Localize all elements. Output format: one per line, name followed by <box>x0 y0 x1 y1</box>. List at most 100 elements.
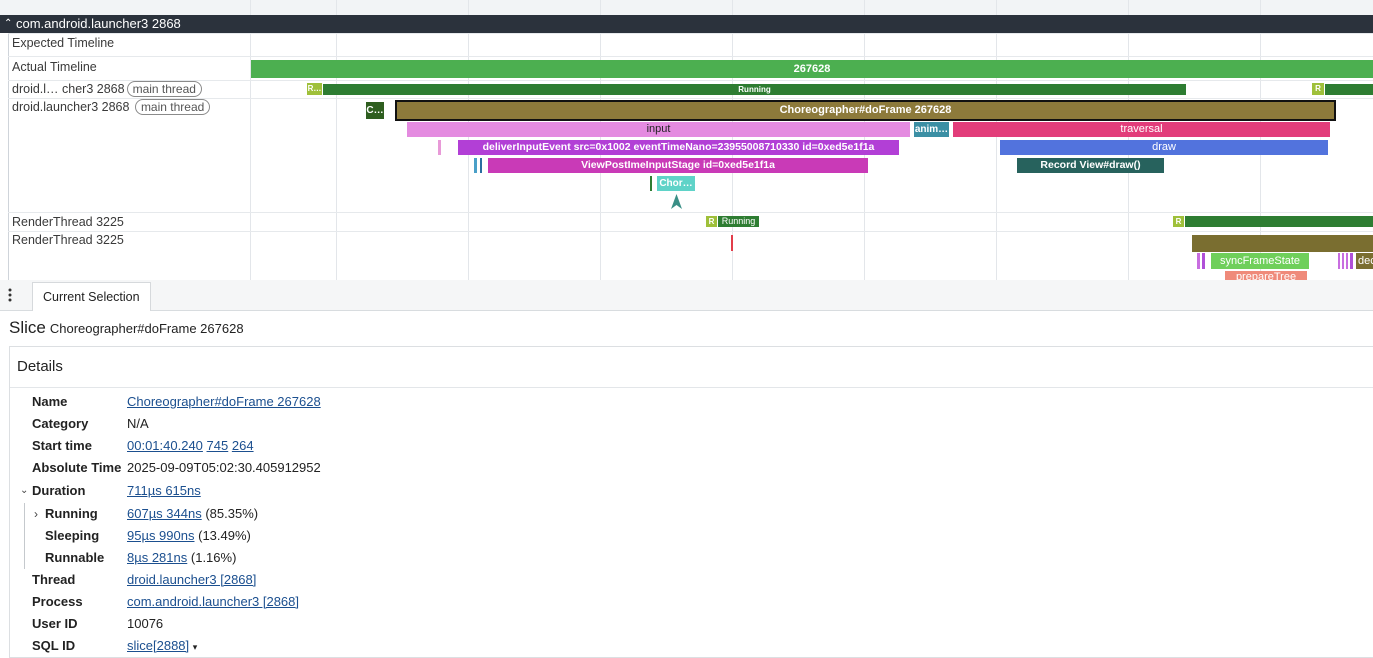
panel-tabbar: Current Selection <box>0 280 1373 311</box>
detail-key: Category <box>32 416 89 431</box>
slice-dec[interactable]: dec <box>1356 253 1373 269</box>
slice-small[interactable] <box>1346 253 1348 269</box>
name-link[interactable]: Choreographer#doFrame 267628 <box>127 391 321 413</box>
slice-small[interactable] <box>1350 253 1353 269</box>
frame-slice[interactable]: 267628 <box>251 60 1373 78</box>
track-expected-timeline[interactable] <box>8 33 1373 56</box>
track-label: RenderThread 3225 <box>12 215 124 229</box>
track-renderthread-state[interactable] <box>8 212 1373 231</box>
state-runnable[interactable]: R <box>706 216 717 227</box>
detail-key: Thread <box>32 572 76 587</box>
running-link[interactable]: 607µs 344ns <box>127 506 202 521</box>
detail-key: SQL ID <box>32 638 76 653</box>
detail-row-runnable: Runnable 8µs 281ns (1.16%) <box>10 547 610 569</box>
detail-value: 10076 <box>127 616 164 631</box>
slice-syncframestate[interactable]: syncFrameState <box>1211 253 1309 269</box>
slice-small[interactable] <box>1202 253 1205 269</box>
state-running[interactable]: Running <box>718 216 759 227</box>
slice-chor[interactable]: Chor… <box>657 176 695 191</box>
detail-key: Duration <box>32 483 86 498</box>
detail-row-start-time: Start time 00:01:40.240 745 264 <box>10 435 610 457</box>
detail-row-sleeping: Sleeping 95µs 990ns (13.49%) <box>10 525 610 547</box>
state-runnable[interactable]: R… <box>307 83 322 95</box>
detail-key: Sleeping <box>45 528 100 543</box>
slice-c[interactable]: C… <box>366 102 384 119</box>
track-label: Actual Timeline <box>12 60 97 74</box>
slice-input[interactable]: input <box>407 122 910 137</box>
sleeping-link[interactable]: 95µs 990ns <box>127 528 194 543</box>
slice-record-view-draw[interactable]: Record View#draw() <box>1017 158 1164 173</box>
main-thread-pill: main thread <box>134 99 211 115</box>
detail-key: Runnable <box>45 550 105 565</box>
detail-row-sql-id: SQL ID slice[2888] ▾ <box>10 635 610 657</box>
flow-arrow-icon[interactable] <box>671 194 682 210</box>
detail-row-duration[interactable]: ⌄ Duration 711µs 615ns <box>10 480 610 502</box>
duration-link[interactable]: 711µs 615ns <box>127 480 201 502</box>
dropdown-caret-icon[interactable]: ▾ <box>193 642 198 652</box>
detail-value: N/A <box>127 416 149 431</box>
track-label: Expected Timeline <box>12 36 115 50</box>
detail-key: Running <box>45 506 98 521</box>
slice-small[interactable] <box>438 140 441 155</box>
state-runnable[interactable]: R <box>1312 83 1324 95</box>
sleeping-value: 95µs 990ns (13.49%) <box>127 528 251 543</box>
main-thread-pill: main thread <box>126 81 202 97</box>
chevron-down-icon[interactable]: ⌄ <box>20 480 28 502</box>
detail-value: 2025-09-09T05:02:30.405912952 <box>127 460 321 475</box>
slice-deliver-input-event[interactable]: deliverInputEvent src=0x1002 eventTimeNa… <box>458 140 899 155</box>
slice-doframe-selected[interactable]: Choreographer#doFrame 267628 <box>395 100 1336 121</box>
details-header: Details <box>10 347 1373 388</box>
chevron-right-icon[interactable]: › <box>34 503 38 525</box>
bottom-panel: Current Selection Slice Choreographer#doF… <box>0 280 1373 658</box>
details-section: Details Name Choreographer#doFrame 26762… <box>9 346 1373 658</box>
slice-draw[interactable]: draw <box>1000 140 1328 155</box>
start-time-value[interactable]: 00:01:40.240 745 264 <box>127 435 254 457</box>
track-label: RenderThread 3225 <box>12 233 124 247</box>
slice-small[interactable] <box>1342 253 1344 269</box>
process-title: com.android.launcher3 2868 <box>16 16 181 31</box>
detail-row-user-id: User ID 10076 <box>10 613 610 635</box>
slice-viewpost-ime[interactable]: ViewPostImeInputStage id=0xed5e1f1a <box>488 158 868 173</box>
details-title: Details <box>17 358 63 375</box>
detail-key: Start time <box>32 438 92 453</box>
slice-traversal[interactable]: traversal <box>953 122 1330 137</box>
track-label: droid.launcher3 2868 main thread <box>12 99 211 115</box>
slice-small[interactable] <box>650 176 652 191</box>
slice-small[interactable] <box>1338 253 1340 269</box>
slice-small[interactable] <box>731 235 733 251</box>
tab-current-selection[interactable]: Current Selection <box>32 282 151 311</box>
slice-anim[interactable]: anim… <box>914 122 949 137</box>
slice-small[interactable] <box>480 158 482 173</box>
runnable-value: 8µs 281ns (1.16%) <box>127 550 237 565</box>
state-running[interactable] <box>1185 216 1373 227</box>
process-link[interactable]: com.android.launcher3 [2868] <box>127 591 299 613</box>
track-renderthread-slices[interactable] <box>8 231 1373 280</box>
process-header[interactable]: ⌃ com.android.launcher3 2868 <box>0 15 1373 33</box>
detail-row-thread: Thread droid.launcher3 [2868] <box>10 569 610 591</box>
detail-row-category: Category N/A <box>10 413 610 435</box>
slice-drawframe[interactable] <box>1192 235 1373 252</box>
runnable-link[interactable]: 8µs 281ns <box>127 550 187 565</box>
timeline-area[interactable]: ⌃ com.android.launcher3 2868 Expected Ti… <box>0 0 1373 280</box>
sql-id-value[interactable]: slice[2888] ▾ <box>127 635 197 658</box>
selection-title: Slice Choreographer#doFrame 267628 <box>9 318 244 338</box>
chevron-up-icon[interactable]: ⌃ <box>4 15 12 33</box>
slice-name-label: Choreographer#doFrame 267628 <box>49 321 244 336</box>
thread-link[interactable]: droid.launcher3 [2868] <box>127 569 256 591</box>
slice-small[interactable] <box>1197 253 1200 269</box>
state-running[interactable] <box>1325 84 1373 95</box>
track-label: droid.l… cher3 2868 main thread <box>12 81 202 97</box>
slice-small[interactable] <box>474 158 477 173</box>
state-running[interactable]: Running <box>323 84 1186 95</box>
detail-key: User ID <box>32 616 78 631</box>
detail-row-running[interactable]: › Running 607µs 344ns (85.35%) <box>10 503 610 525</box>
detail-key: Name <box>32 394 68 409</box>
detail-row-process: Process com.android.launcher3 [2868] <box>10 591 610 613</box>
running-value: 607µs 344ns (85.35%) <box>127 506 259 521</box>
state-runnable[interactable]: R <box>1173 216 1184 227</box>
time-ruler[interactable] <box>0 0 1373 16</box>
detail-key: Process <box>32 594 83 609</box>
kebab-menu-icon[interactable] <box>8 288 12 302</box>
slice-preparetree[interactable]: prepareTree <box>1225 271 1307 280</box>
slice-type-label: Slice <box>9 318 46 337</box>
